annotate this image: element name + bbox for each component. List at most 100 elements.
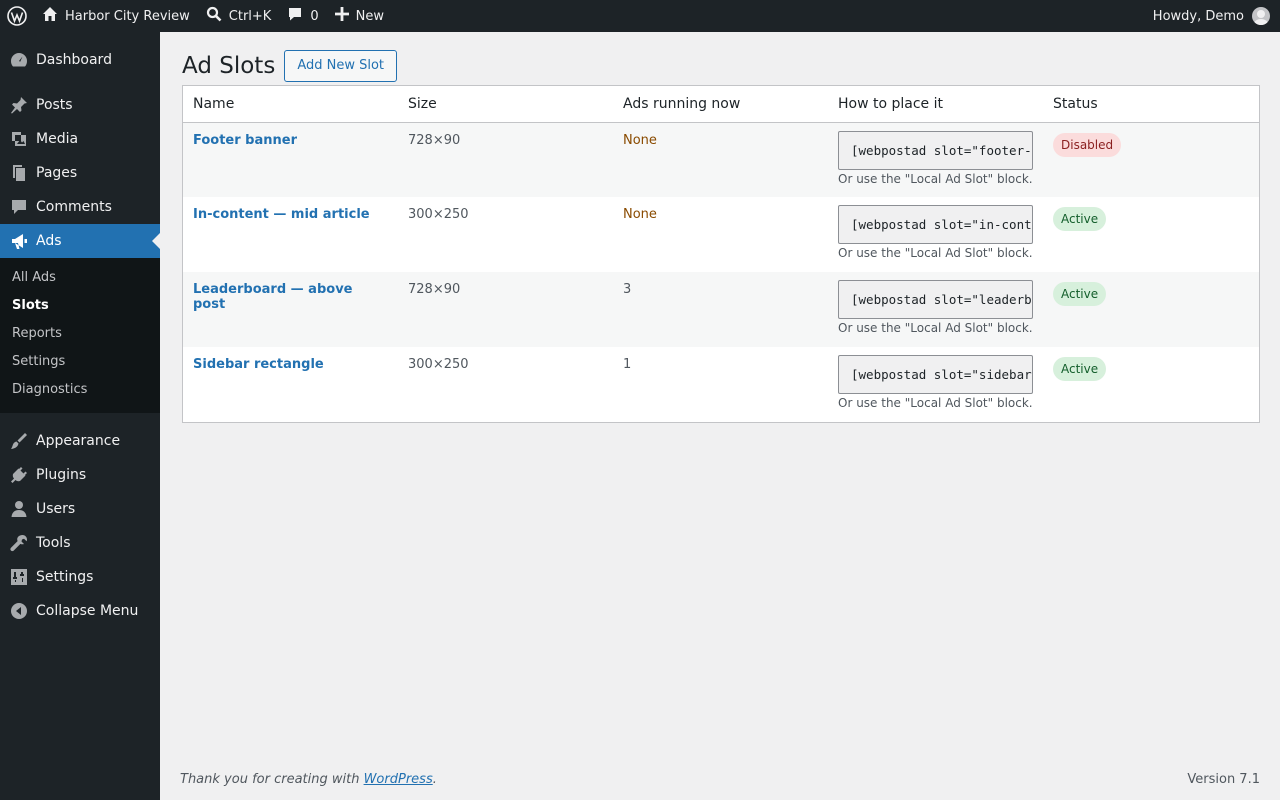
slot-size: 300×250 [408,357,469,372]
slot-name-link[interactable]: In-content — mid article [193,207,370,222]
shortcode-field[interactable]: [webpostad slot="leaderboard-above-post"… [838,280,1033,319]
footer-thanks-prefix: Thank you for creating with [180,772,364,787]
menu-label: Media [36,131,79,147]
menu-dashboard[interactable]: Dashboard [0,43,160,77]
column-header-size: Size [398,86,613,123]
admin-sidebar: Dashboard Posts Media Pages Comments Ads… [0,32,160,800]
column-header-placement: How to place it [828,86,1043,123]
column-header-name: Name [183,86,398,123]
comments-link[interactable]: 0 [279,0,326,32]
slot-size: 300×250 [408,207,469,222]
new-content-link[interactable]: New [327,0,392,32]
menu-users[interactable]: Users [0,492,160,526]
block-hint: Or use the "Local Ad Slot" block. [838,171,1033,186]
add-new-slot-button[interactable]: Add New Slot [284,50,398,82]
pin-icon [10,96,28,114]
menu-ads[interactable]: Ads [0,224,160,258]
menu-tools[interactable]: Tools [0,526,160,560]
menu-label: Dashboard [36,52,112,68]
block-hint: Or use the "Local Ad Slot" block. [838,396,1033,410]
site-name: Harbor City Review [65,8,190,24]
menu-posts[interactable]: Posts [0,88,160,122]
admin-bar: Harbor City Review Ctrl+K 0 New Howdy, D… [0,0,1280,32]
menu-label: Users [36,501,76,517]
shortcode-field[interactable]: [webpostad slot="sidebar-rectangle"] [838,355,1033,394]
shortcode-field[interactable]: [webpostad slot="footer-banner"] [838,130,1033,170]
user-icon [10,500,28,518]
megaphone-icon [10,232,28,250]
submenu-all-ads[interactable]: All Ads [0,265,160,293]
menu-label: Appearance [36,433,121,449]
block-hint: Or use the "Local Ad Slot" block. [838,321,1033,335]
menu-label: Settings [36,569,94,585]
block-hint: Or use the "Local Ad Slot" block. [838,246,1033,260]
slot-size: 728×90 [408,282,461,297]
slot-size: 728×90 [408,132,461,148]
submenu-diagnostics[interactable]: Diagnostics [0,377,160,405]
search-icon [206,6,222,26]
slot-ads-running: 3 [623,282,632,297]
plug-icon [10,466,28,484]
main-content: Ad Slots Add New Slot Name Size Ads runn… [160,32,1280,800]
column-header-ads-running: Ads running now [613,86,828,123]
table-row: Footer banner 728×90 None [webpostad slo… [183,122,1259,197]
table-header-row: Name Size Ads running now How to place i… [183,86,1259,123]
ads-submenu: All Ads Slots Reports Settings Diagnosti… [0,258,160,413]
search-shortcut: Ctrl+K [228,8,272,24]
footer-thanks: Thank you for creating with WordPress. [180,772,437,787]
howdy-text: Howdy, Demo [1152,8,1244,24]
sliders-icon [10,568,28,586]
submenu-settings[interactable]: Settings [0,349,160,377]
page-header: Ad Slots Add New Slot [182,50,398,82]
wordpress-logo-icon[interactable] [0,0,34,32]
plus-icon [334,7,349,25]
menu-label: Comments [36,199,112,215]
submenu-reports[interactable]: Reports [0,321,160,349]
menu-settings[interactable]: Settings [0,560,160,594]
footer-version: Version 7.1 [1187,772,1260,787]
menu-pages[interactable]: Pages [0,156,160,190]
collapse-icon [10,602,28,620]
status-badge: Active [1053,282,1107,306]
column-header-status: Status [1043,86,1259,123]
menu-label: Posts [36,97,73,113]
home-icon [42,6,58,26]
menu-media[interactable]: Media [0,122,160,156]
status-badge: Active [1053,207,1107,231]
slot-name-link[interactable]: Sidebar rectangle [193,357,324,372]
shortcode-field[interactable]: [webpostad slot="in-content-mid-article"… [838,205,1033,244]
status-badge: Disabled [1053,132,1122,157]
menu-label: Collapse Menu [36,603,139,619]
table-row: Sidebar rectangle 300×250 1 [webpostad s… [183,347,1259,422]
comment-icon [10,198,28,216]
slot-name-link[interactable]: Leaderboard — above post [193,282,353,312]
menu-label: Plugins [36,467,87,483]
slot-ads-running: None [623,132,657,148]
footer-thanks-suffix: . [432,772,437,787]
brush-icon [10,432,28,450]
menu-label: Tools [36,535,71,551]
slot-name-link[interactable]: Footer banner [193,133,297,148]
command-search[interactable]: Ctrl+K [198,0,280,32]
pages-icon [10,164,28,182]
collapse-menu-button[interactable]: Collapse Menu [0,594,160,628]
submenu-slots[interactable]: Slots [0,293,160,321]
slot-ads-running: 1 [623,357,632,372]
menu-appearance[interactable]: Appearance [0,424,160,458]
status-badge: Active [1053,357,1107,381]
table-row: Leaderboard — above post 728×90 3 [webpo… [183,272,1259,347]
slot-ads-running: None [623,207,657,222]
new-label: New [355,8,384,24]
wrench-icon [10,534,28,552]
dashboard-icon [10,51,28,69]
account-menu[interactable]: Howdy, Demo [1145,0,1280,32]
slots-table: Name Size Ads running now How to place i… [182,85,1260,423]
media-icon [10,130,28,148]
wordpress-link[interactable]: WordPress [364,772,433,787]
menu-comments[interactable]: Comments [0,190,160,224]
menu-label: Pages [36,165,78,181]
menu-plugins[interactable]: Plugins [0,458,160,492]
table-row: In-content — mid article 300×250 None [w… [183,197,1259,272]
avatar [1252,7,1270,25]
site-name-link[interactable]: Harbor City Review [34,0,198,32]
